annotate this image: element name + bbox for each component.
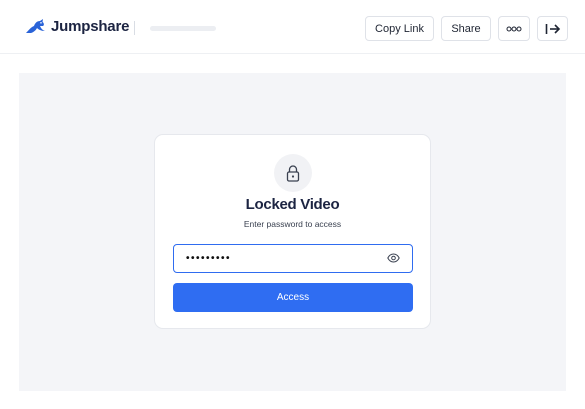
card-subtitle: Enter password to access — [243, 219, 342, 229]
lock-icon — [286, 164, 300, 182]
lock-badge — [274, 154, 312, 192]
title-placeholder — [150, 26, 216, 31]
more-button[interactable] — [498, 16, 530, 41]
card-title: Locked Video — [245, 196, 340, 213]
exit-arrow-icon — [545, 23, 560, 34]
copy-link-button[interactable]: Copy Link — [365, 16, 434, 41]
brand-name: Jumpshare — [51, 18, 130, 35]
top-header: Jumpshare Copy Link Share — [0, 0, 585, 54]
access-button[interactable]: Access — [173, 283, 413, 312]
locked-video-card: Locked Video Enter password to access ••… — [154, 134, 431, 329]
header-divider — [134, 21, 135, 35]
share-label: Share — [451, 22, 481, 35]
more-dots-icon — [506, 26, 522, 31]
access-label: Access — [276, 292, 310, 303]
kangaroo-logo-icon — [26, 19, 45, 33]
copy-link-label: Copy Link — [375, 22, 424, 35]
exit-button[interactable] — [537, 16, 568, 41]
brand[interactable]: Jumpshare — [24, 18, 129, 36]
password-field[interactable]: ••••••••• — [173, 244, 413, 273]
share-button[interactable]: Share — [441, 16, 491, 41]
eye-icon[interactable] — [387, 253, 400, 263]
password-value: ••••••••• — [186, 253, 232, 264]
